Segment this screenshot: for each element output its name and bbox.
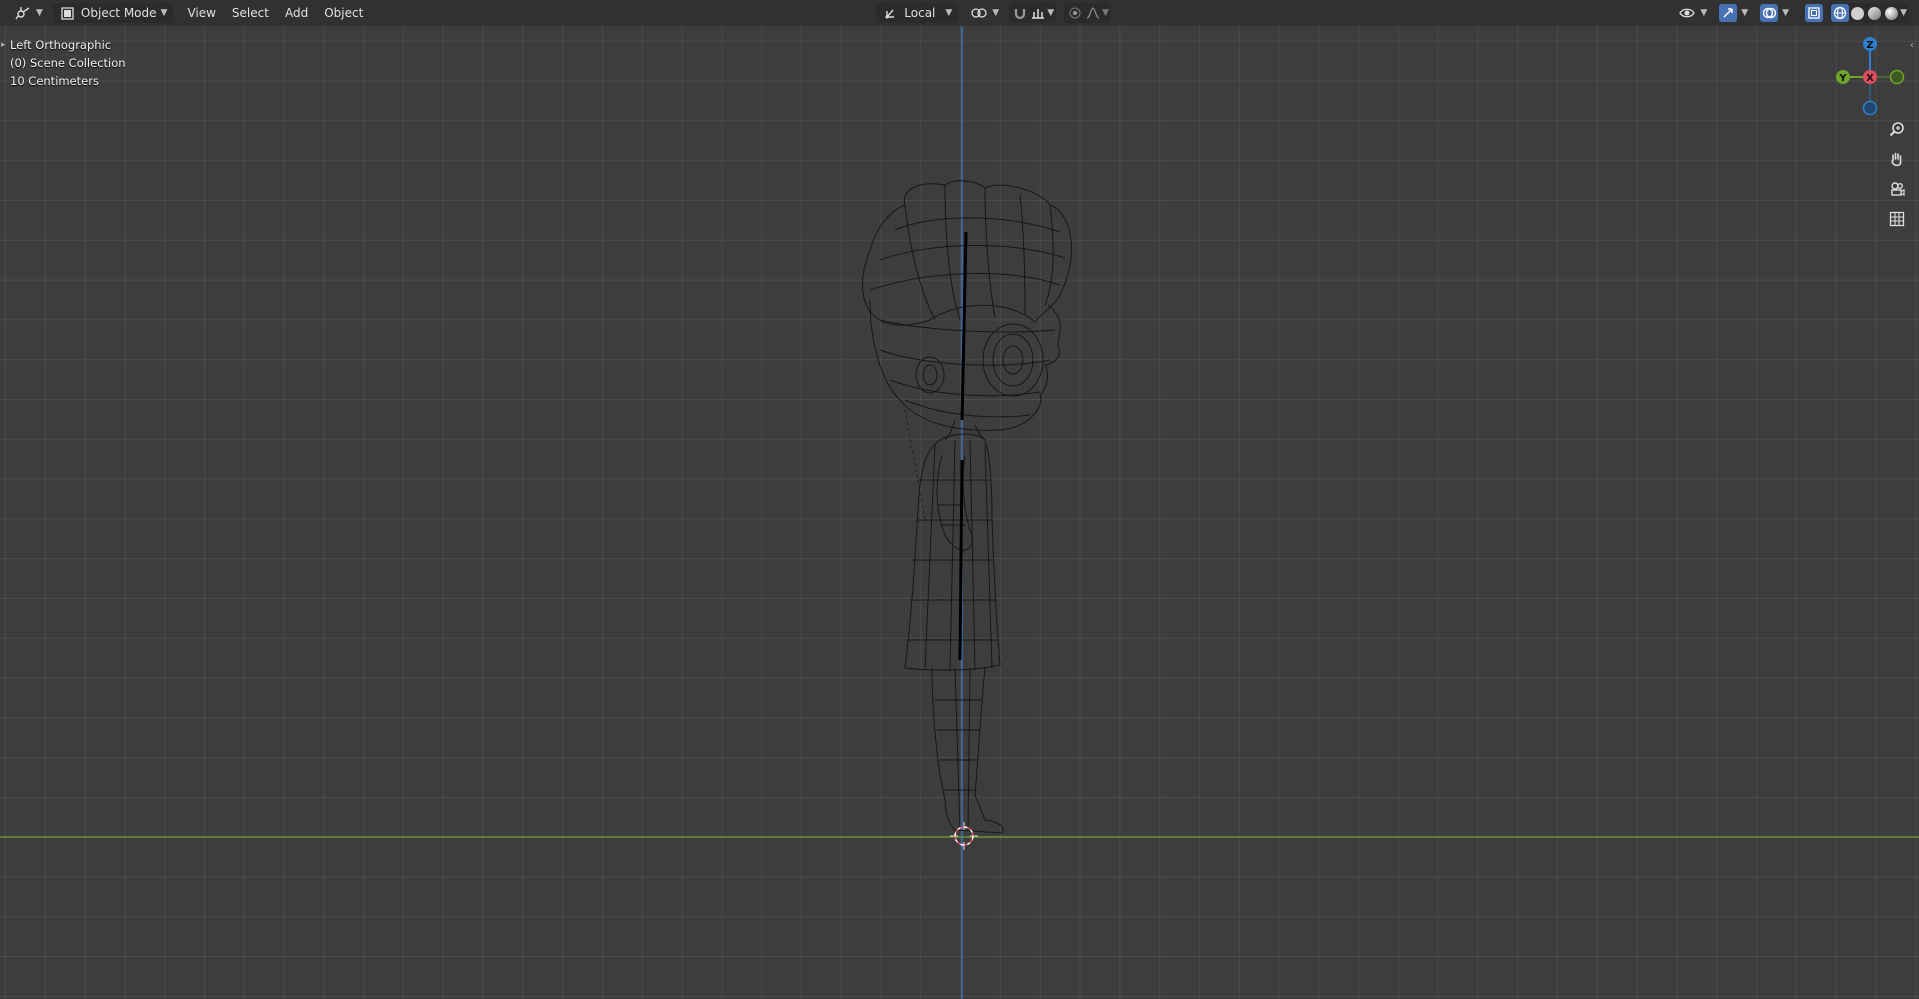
menu-select[interactable]: Select: [224, 3, 277, 23]
editor-type-button[interactable]: ▼: [8, 3, 49, 23]
visibility-button[interactable]: ▼: [1672, 3, 1713, 23]
gizmo-toggle-button[interactable]: ▼: [1713, 3, 1754, 23]
gizmo-neg-z-axis[interactable]: [1862, 100, 1878, 116]
hand-pan-icon: [1889, 151, 1905, 171]
toolbar-expand-arrow[interactable]: ▸: [1, 40, 6, 50]
armature-bone: [958, 231, 968, 661]
orientation-dropdown[interactable]: Local ▼: [876, 3, 959, 23]
mode-label: Object Mode: [80, 6, 157, 20]
eye-visibility-icon: [1678, 4, 1696, 22]
chevron-down-icon: ▼: [1782, 8, 1790, 18]
chevron-down-icon[interactable]: ▼: [1900, 8, 1907, 18]
xray-icon: [1805, 4, 1824, 22]
zoom-button[interactable]: [1884, 118, 1910, 144]
gizmo-x-label: X: [1866, 73, 1874, 84]
view3d-icon: [14, 4, 32, 22]
gizmo-neg-y-axis[interactable]: [1889, 69, 1905, 85]
grid-ortho-icon: [1889, 211, 1905, 231]
collection-name: (0) Scene Collection: [10, 56, 126, 70]
mode-dropdown[interactable]: Object Mode ▼: [52, 3, 174, 23]
chevron-down-icon: ▼: [160, 8, 168, 18]
pan-button[interactable]: [1884, 148, 1910, 174]
orientation-label: Local: [904, 6, 936, 20]
viewport-info-text: Left Orthographic (0) Scene Collection 1…: [10, 36, 126, 90]
snap-increment-icon[interactable]: [1029, 4, 1047, 22]
viewport-header: ▼ Object Mode ▼ View Select Add Object L…: [0, 0, 1919, 26]
menu-view[interactable]: View: [179, 3, 223, 23]
solid-shading-icon[interactable]: [1851, 6, 1865, 20]
wireframe-scene[interactable]: [0, 0, 1919, 999]
shading-group: ▼: [1829, 3, 1909, 23]
chevron-down-icon: ▼: [945, 8, 953, 18]
snapping-group: ▼: [1009, 3, 1057, 23]
proportional-edit-group: ▼: [1064, 3, 1112, 23]
view-name: Left Orthographic: [10, 38, 112, 52]
snap-magnet-icon[interactable]: [1011, 4, 1029, 22]
overlays-button[interactable]: ▼: [1754, 3, 1795, 23]
chevron-down-icon: ▼: [1741, 8, 1749, 18]
xray-button[interactable]: [1799, 3, 1829, 23]
menu-add[interactable]: Add: [277, 3, 316, 23]
gizmo-z-axis[interactable]: Z: [1863, 37, 1877, 51]
gizmo-y-label: Y: [1838, 73, 1847, 84]
pivot-point-button[interactable]: ▼: [964, 3, 1005, 23]
chevron-down-icon: ▼: [992, 8, 1000, 18]
overlays-icon: [1760, 4, 1779, 22]
gizmo-y-axis[interactable]: Y: [1836, 70, 1850, 84]
character-wireframe: [862, 180, 1072, 834]
material-shading-icon[interactable]: [1868, 6, 1882, 20]
proportional-edit-icon[interactable]: [1066, 4, 1084, 22]
chevron-down-icon[interactable]: ▼: [1102, 8, 1109, 18]
bone-relation-line: [904, 409, 926, 521]
3d-cursor-icon: [950, 822, 978, 850]
camera-view-button[interactable]: [1884, 178, 1910, 204]
menu-object[interactable]: Object: [316, 3, 371, 23]
grid-scale: 10 Centimeters: [10, 74, 99, 88]
wireframe-shading-icon[interactable]: [1831, 4, 1850, 22]
gizmo-icon: [1719, 4, 1738, 22]
camera-icon: [1889, 181, 1905, 201]
object-mode-icon: [59, 4, 77, 22]
chevron-down-icon: ▼: [1700, 8, 1708, 18]
pivot-icon: [970, 4, 988, 22]
chevron-down-icon[interactable]: ▼: [1047, 8, 1054, 18]
navigation-gizmo[interactable]: Z Y X: [1820, 30, 1919, 120]
falloff-curve-icon[interactable]: [1084, 4, 1102, 22]
rendered-shading-icon[interactable]: [1885, 6, 1899, 20]
gizmo-x-axis[interactable]: X: [1863, 70, 1877, 84]
orientation-local-icon: [882, 4, 900, 22]
gizmo-z-label: Z: [1866, 40, 1873, 51]
chevron-down-icon: ▼: [36, 8, 43, 18]
ortho-toggle-button[interactable]: [1884, 208, 1910, 234]
zoom-icon: [1889, 121, 1905, 141]
